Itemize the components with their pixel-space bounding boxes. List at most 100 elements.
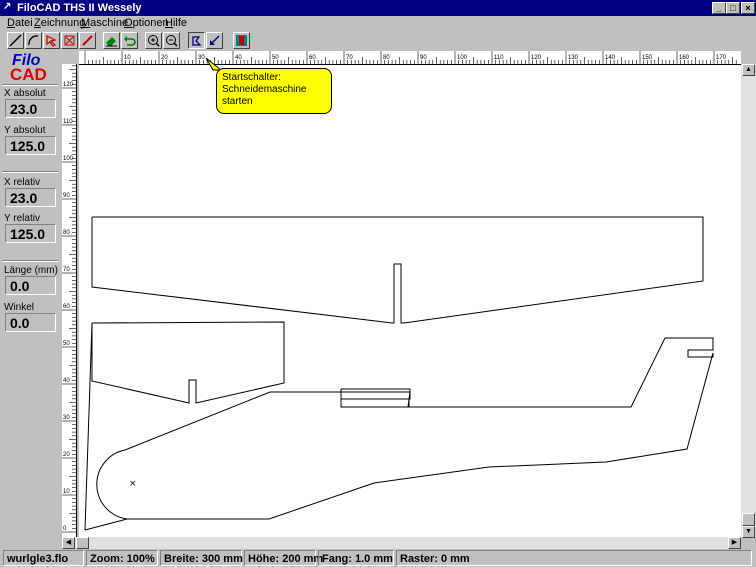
scroll-up-button[interactable]: ▲ (742, 64, 755, 76)
title-bar: ↗ FiloCAD THS II Wessely _ □ × (0, 0, 756, 16)
pencil-tool-button[interactable] (79, 32, 96, 49)
line-tool-button[interactable] (7, 32, 24, 49)
x-relative-value: 23.0 (5, 188, 56, 207)
scroll-right-button[interactable]: ▶ (728, 537, 741, 549)
status-bar: wurlgle3.flo Zoom: 100% Breite: 300 mm H… (0, 549, 756, 567)
scroll-left-button[interactable]: ◀ (62, 537, 75, 549)
status-grid: Raster: 0 mm (396, 550, 752, 566)
maximize-icon: □ (730, 3, 736, 13)
coordinate-sidebar: Filo CAD X absolut 23.0 Y absolut 125.0 … (0, 51, 60, 547)
x-relative-label: X relativ (4, 177, 41, 188)
menu-hilfe[interactable]: Hilfe (165, 16, 187, 30)
zoom-in-button[interactable] (145, 32, 162, 49)
ruler-label: 140 (605, 55, 616, 61)
tail-outline (91, 321, 285, 404)
status-snap: Fang: 1.0 mm (318, 550, 394, 566)
y-relative-label: Y relativ (4, 213, 40, 224)
arc-tool-button[interactable] (25, 32, 42, 49)
ruler-label: 130 (568, 55, 579, 61)
ruler-label: 10 (124, 55, 131, 61)
ruler-label: 30 (63, 415, 70, 421)
status-filename: wurlgle3.flo (3, 550, 84, 566)
ruler-label: 150 (642, 55, 653, 61)
pencil-tool-icon (82, 35, 93, 46)
cutter-arrow-button[interactable] (206, 32, 223, 49)
vertical-scrollbar[interactable]: ▲ ▼ (741, 64, 756, 538)
ruler-label: 0 (63, 526, 67, 532)
tooltip-line-1: Startschalter: (222, 72, 281, 83)
origin-marker-icon: × (129, 479, 137, 489)
y-relative-value: 125.0 (5, 224, 56, 243)
ruler-label: 10 (63, 489, 70, 495)
logo-cad: CAD (10, 65, 47, 84)
pointer-tool-icon (46, 35, 57, 47)
machine-icon (236, 35, 247, 46)
y-absolute-value: 125.0 (5, 136, 56, 155)
tooltip-line-3: starten (222, 96, 253, 107)
ruler-label: 60 (63, 304, 70, 310)
scroll-down-button[interactable]: ▼ (742, 526, 755, 538)
length-label: Länge (mm) (4, 265, 58, 276)
nose-outline (96, 449, 128, 520)
ruler-label: 40 (63, 378, 70, 384)
x-absolute-value: 23.0 (5, 99, 56, 118)
ruler-label: 100 (457, 55, 468, 61)
y-absolute-label: Y absolut (4, 125, 46, 136)
horizontal-scrollbar[interactable]: ◀ ▶ (62, 537, 741, 549)
fuselage-outline-lower (84, 337, 714, 531)
close-button[interactable]: × (741, 2, 755, 14)
horizontal-scroll-thumb[interactable] (76, 537, 89, 549)
maximize-button[interactable]: □ (726, 2, 740, 14)
start-switch-tooltip: Startschalter: Schneidemaschine starten (216, 68, 332, 114)
ruler-label: 50 (63, 341, 70, 347)
filocad-logo: Filo CAD (4, 52, 58, 86)
arc-tool-icon (28, 35, 39, 46)
zoom-out-icon (166, 35, 178, 47)
x-absolute-label: X absolut (4, 88, 46, 99)
arrow-right-icon: ▶ (731, 539, 738, 546)
status-width: Breite: 300 mm (160, 550, 243, 566)
length-value: 0.0 (5, 276, 56, 295)
ruler-label: 170 (716, 55, 727, 61)
ruler-label: 120 (531, 55, 542, 61)
ruler-label: 110 (494, 55, 504, 61)
menu-bar: Datei Zeichnung Maschine Optionen Hilfe (0, 16, 756, 30)
horizontal-ruler: 10 20 30 40 50 60 70 80 90 100 110 120 130 140 150 160 1… (79, 51, 741, 65)
ruler-label: 120 (63, 82, 74, 88)
menu-zeichnung[interactable]: Zeichnung (34, 16, 85, 30)
ruler-label: 80 (63, 230, 70, 236)
ruler-label: 40 (235, 55, 242, 61)
vertical-ruler: 1201101009080706050403020100 (62, 64, 77, 537)
delete-tool-button[interactable] (61, 32, 78, 49)
ruler-label: 160 (679, 55, 690, 61)
minimize-button[interactable]: _ (712, 2, 726, 14)
pointer-tool-button[interactable] (43, 32, 60, 49)
status-zoom: Zoom: 100% (86, 550, 158, 566)
cutter-arrow-icon (210, 35, 220, 45)
vertical-scroll-thumb[interactable] (742, 513, 755, 526)
undo-icon (124, 36, 136, 46)
zoom-in-icon (148, 35, 160, 47)
ruler-label: 50 (272, 55, 279, 61)
eraser-tool-icon (106, 37, 117, 47)
toolbar (0, 31, 756, 51)
minimize-icon: _ (716, 3, 722, 13)
app-icon[interactable]: ↗ (3, 1, 15, 13)
window-title: FiloCAD THS II Wessely (17, 2, 142, 14)
undo-button[interactable] (121, 32, 138, 49)
ruler-label: 70 (346, 55, 353, 61)
line-tool-icon (9, 34, 22, 47)
menu-optionen[interactable]: Optionen (124, 16, 169, 30)
eraser-tool-button[interactable] (103, 32, 120, 49)
zoom-out-button[interactable] (163, 32, 180, 49)
drawing-canvas[interactable]: × (79, 65, 741, 537)
wing-outline (91, 216, 704, 324)
menu-datei[interactable]: Datei (7, 16, 33, 30)
start-cutter-button[interactable] (188, 32, 205, 49)
ruler-label: 60 (309, 55, 316, 61)
delete-tool-icon (64, 35, 75, 46)
menu-maschine[interactable]: Maschine (81, 16, 128, 30)
machine-button[interactable] (233, 32, 250, 49)
arrow-left-icon: ◀ (65, 539, 72, 546)
ruler-label: 90 (420, 55, 427, 61)
